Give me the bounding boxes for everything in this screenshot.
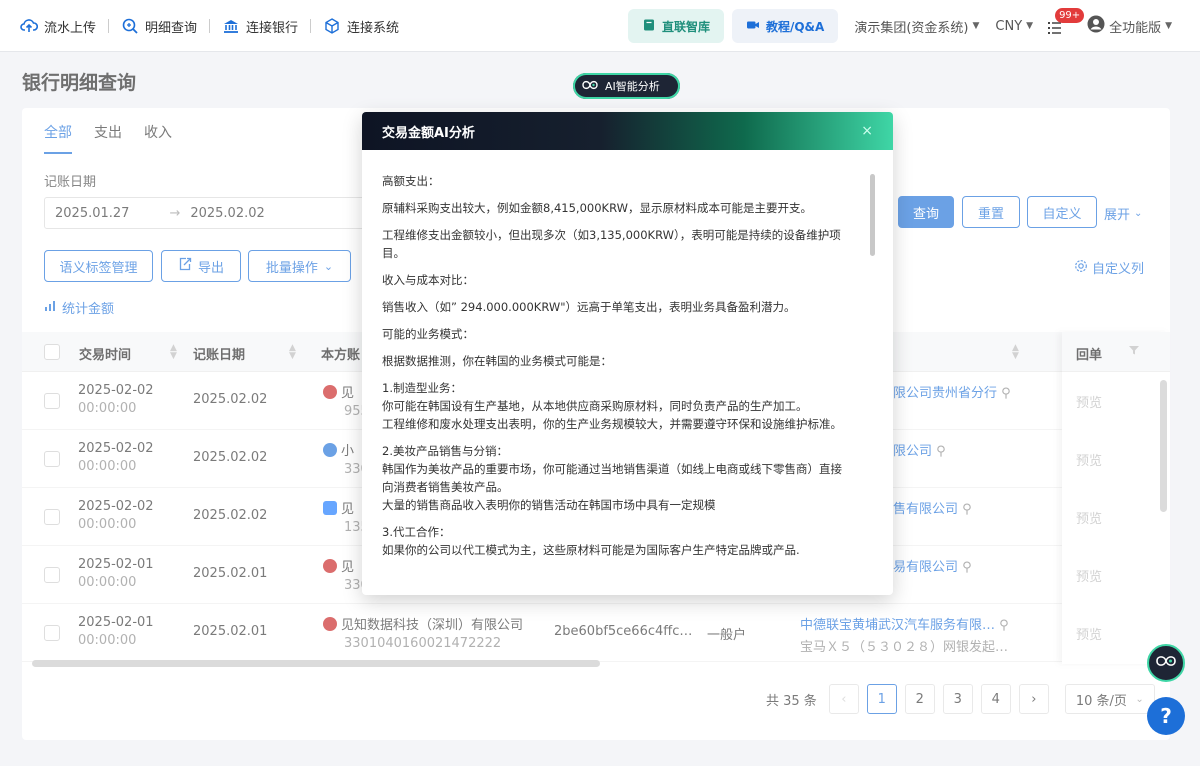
company-select[interactable]: 演示集团(资金系统) ▼ (854, 17, 979, 36)
analysis-paragraph: 销售收入（如” 294.000.000KRW"）远高于单笔支出，表明业务具备盈利… (382, 300, 796, 314)
notification-badge: 99+ (1055, 8, 1085, 23)
analysis-paragraph: 工程维修支出金额较小，但出现多次（如3,135,000KRW），表明可能是持续的… (382, 228, 841, 260)
tutorial-button[interactable]: 教程/Q&A (731, 9, 839, 43)
nav-connect-bank-label: 连接银行 (246, 20, 299, 36)
ai-analysis-badge[interactable]: AI智能分析 (573, 73, 680, 99)
ai-logo-icon (581, 79, 599, 94)
search-detail-icon (121, 17, 139, 35)
top-right-tools: 直联智库 教程/Q&A 演示集团(资金系统) ▼ CNY ▼ 99+ 全功能版 (627, 0, 1200, 52)
zhilian-button[interactable]: 直联智库 (627, 9, 724, 43)
zhilian-label: 直联智库 (661, 19, 710, 34)
tutorial-label: 教程/Q&A (765, 19, 825, 34)
section-line: 你可能在韩国设有生产基地，从本地供应商采购原材料，同时负责产品的生产加工。 (382, 399, 808, 413)
analysis-paragraph: 可能的业务模式： (382, 327, 474, 341)
nav-detail-query-label: 明细查询 (145, 20, 198, 36)
bank-icon (222, 17, 240, 35)
chevron-down-icon: ▼ (972, 21, 980, 31)
chevron-down-icon: ▼ (1026, 21, 1034, 31)
section-title: 3.代工合作： (382, 525, 451, 539)
ai-analysis-modal: 交易金额AI分析 × 高额支出： 原辅料采购支出较大，例如金额8,415,000… (362, 112, 893, 595)
modal-scrollbar[interactable] (870, 174, 875, 256)
nav-divider (310, 19, 312, 33)
section-title: 2.美妆产品销售与分销： (382, 444, 508, 458)
section-line: 工程维修和废水处理支出表明，你的生产业务规模较大，并需要遵守环保和设施维护标准。 (382, 417, 842, 431)
upload-cloud-icon (20, 17, 38, 35)
top-bar: 流水上传 明细查询 连接银行 连接系统 直联智库 教程/Q&A 演示集团(资金系… (0, 0, 1200, 52)
currency-select[interactable]: CNY ▼ (995, 19, 1033, 34)
chevron-down-icon: ▼ (1165, 21, 1172, 31)
edition-select[interactable]: 全功能版 ▼ (1087, 15, 1172, 37)
nav-divider (108, 19, 110, 33)
currency-value: CNY (995, 18, 1023, 34)
modal-title: 交易金额AI分析 (382, 125, 475, 141)
video-icon (746, 18, 760, 35)
nav-connect-system[interactable]: 连接系统 (323, 17, 399, 36)
user-avatar-icon (1087, 15, 1105, 37)
book-icon (642, 18, 656, 35)
nav-detail-query[interactable]: 明细查询 (121, 17, 197, 36)
nav-upload-label: 流水上传 (44, 20, 97, 36)
nav-divider (209, 19, 211, 33)
analysis-paragraph: 高额支出： (382, 174, 440, 188)
analysis-paragraph: 原辅料采购支出较大，例如金额8,415,000KRW，显示原材料成本可能是主要开… (382, 201, 812, 215)
help-button[interactable]: ? (1147, 697, 1185, 735)
company-name: 演示集团(资金系统) (854, 20, 969, 36)
analysis-section: 3.代工合作： 如果你的公司以代工模式为主，这些原材料可能是为国际客户生产特定品… (382, 523, 852, 559)
analysis-paragraph: 收入与成本对比： (382, 273, 474, 287)
analysis-section: 1.制造型业务： 你可能在韩国设有生产基地，从本地供应商采购原材料，同时负责产品… (382, 379, 852, 433)
section-title: 1.制造型业务： (382, 381, 462, 395)
nav-connect-system-label: 连接系统 (347, 20, 400, 36)
section-line: 韩国作为美妆产品的重要市场，你可能通过当地销售渠道（如线上电商或线下零售商）直接… (382, 462, 842, 494)
analysis-section: 2.美妆产品销售与分销： 韩国作为美妆产品的重要市场，你可能通过当地销售渠道（如… (382, 442, 852, 514)
ai-badge-label: AI智能分析 (605, 80, 660, 93)
section-line: 如果你的公司以代工模式为主，这些原材料可能是为国际客户生产特定品牌或产品. (382, 543, 800, 557)
section-line: 大量的销售商品收入表明你的销售活动在韩国市场中具有一定规模 (382, 498, 716, 512)
ai-assistant-button[interactable] (1147, 644, 1185, 682)
modal-body: 高额支出： 原辅料采购支出较大，例如金额8,415,000KRW，显示原材料成本… (382, 172, 852, 582)
nav-connect-bank[interactable]: 连接银行 (222, 17, 298, 36)
edition-label: 全功能版 (1109, 20, 1162, 36)
close-icon[interactable]: × (861, 123, 873, 139)
top-nav: 流水上传 明细查询 连接银行 连接系统 (20, 0, 399, 52)
modal-header: 交易金额AI分析 × (362, 112, 893, 150)
nav-upload[interactable]: 流水上传 (20, 17, 96, 36)
notification-button[interactable]: 99+ (1047, 8, 1085, 38)
cube-icon (323, 17, 341, 35)
analysis-paragraph: 根据数据推测，你在韩国的业务模式可能是： (382, 354, 612, 368)
ai-logo-icon (1155, 654, 1177, 672)
